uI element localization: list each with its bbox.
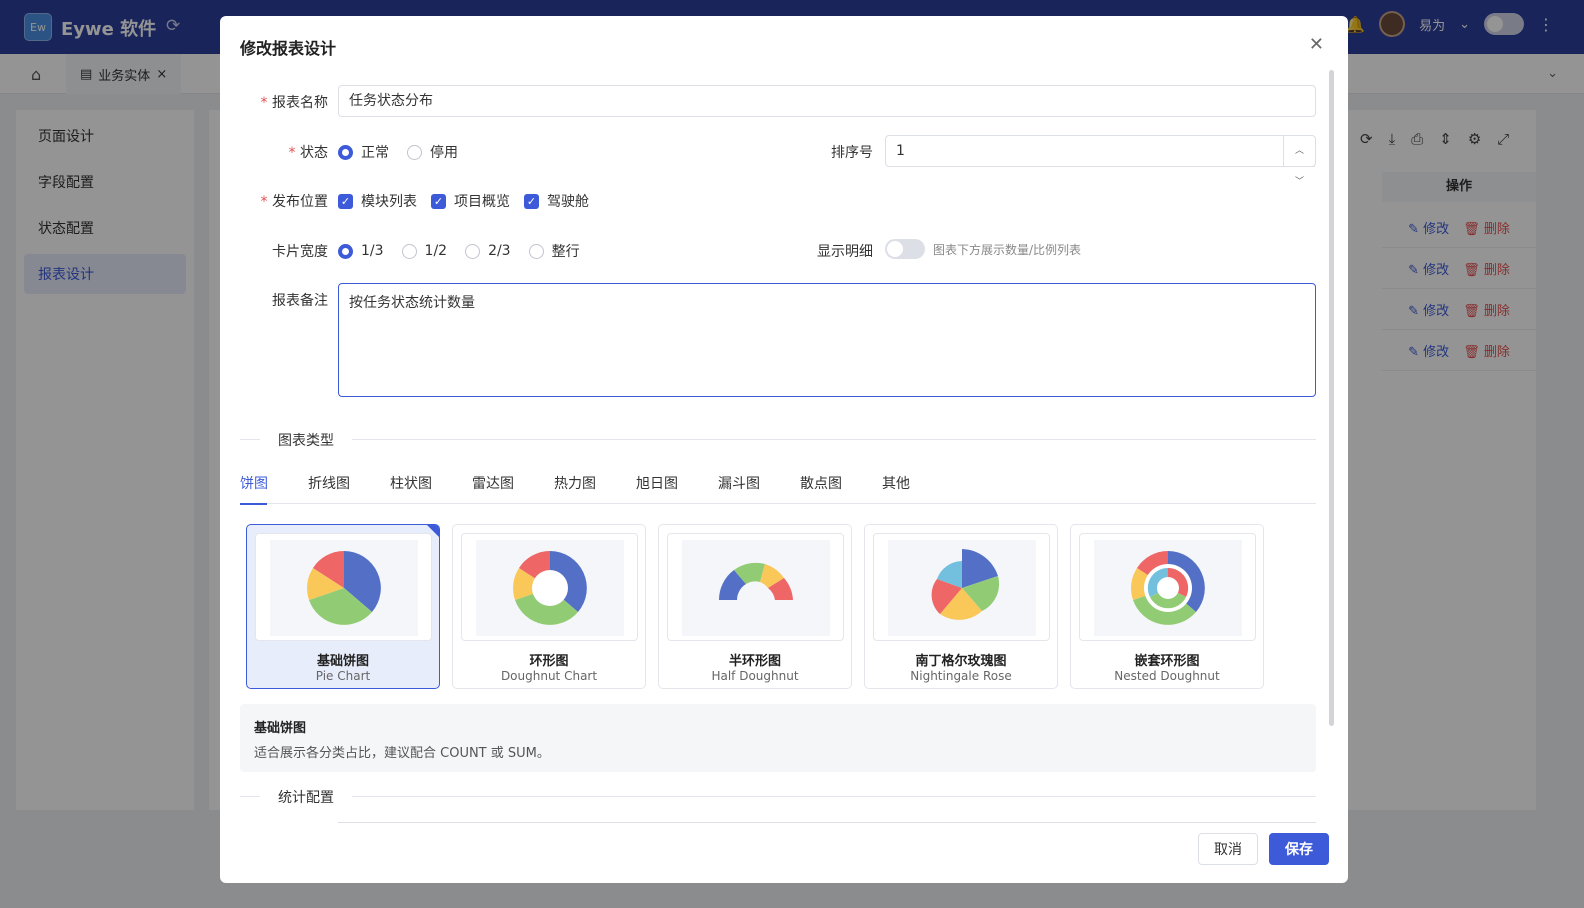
half-doughnut-chart-icon (718, 562, 793, 600)
width-radio-full[interactable]: 整行 (528, 241, 580, 261)
divider (240, 439, 1316, 440)
tab-pie[interactable]: 饼图 (240, 474, 287, 505)
card-title: 南丁格尔玫瑰图 (915, 654, 1007, 669)
card-title: 环形图 (529, 654, 569, 669)
stats-section-title: 统计配置 (260, 787, 352, 807)
tab-heatmap[interactable]: 热力图 (554, 474, 615, 504)
card-preview (667, 533, 844, 641)
status-radio-normal[interactable]: 正常 (338, 142, 389, 162)
description-title: 基础饼图 (254, 721, 307, 736)
detail-switch-row: 图表下方展示数量/比例列表 (885, 239, 1081, 259)
status-radio-group: 正常 停用 (338, 142, 476, 162)
card-subtitle: Pie Chart (315, 669, 371, 683)
pie-chart-icon (307, 551, 381, 625)
detail-switch[interactable] (885, 239, 925, 259)
remark-textarea[interactable]: 按任务状态统计数量 (338, 283, 1316, 397)
publish-checkbox-group: ✓ 模块列表 ✓ 项目概览 ✓ 驾驶舱 (338, 191, 603, 211)
detail-hint: 图表下方展示数量/比例列表 (933, 242, 1082, 257)
radio-dot (338, 144, 353, 160)
chart-card-half-doughnut[interactable]: 半环形图 Half Doughnut (658, 524, 852, 689)
card-subtitle: Nightingale Rose (910, 669, 1012, 683)
card-subtitle: Half Doughnut (711, 669, 799, 683)
width-radio-1-2[interactable]: 1/2 (401, 243, 447, 259)
selected-corner-icon (427, 525, 439, 537)
chart-type-tabs: 饼图 折线图 柱状图 雷达图 热力图 旭日图 漏斗图 散点图 其他 (240, 474, 1316, 505)
report-name-input[interactable]: 任务状态分布 (338, 85, 1316, 117)
tab-funnel[interactable]: 漏斗图 (718, 474, 779, 504)
save-button[interactable]: 保存 (1269, 833, 1329, 865)
card-title: 基础饼图 (316, 654, 369, 669)
chart-card-doughnut[interactable]: 环形图 Doughnut Chart (452, 524, 646, 689)
card-title: 半环形图 (728, 654, 781, 669)
rose-chart-icon (931, 549, 1000, 620)
detail-label: 显示明细 (817, 244, 873, 260)
increment-icon[interactable]: ︿ (1284, 136, 1315, 167)
description-text: 适合展示各分类占比，建议配合 COUNT 或 SUM。 (254, 746, 550, 761)
card-preview (255, 533, 432, 641)
modal-title: 修改报表设计 (240, 39, 337, 58)
publish-module-list-checkbox[interactable]: ✓ 模块列表 (338, 191, 417, 211)
width-radio-2-3[interactable]: 2/3 (465, 243, 511, 259)
tab-bar[interactable]: 柱状图 (390, 474, 451, 504)
edit-report-modal: 修改报表设计 ✕ 报表名称 任务状态分布 状态 正常 停用 排序号 1 ︿﹀ 发… (220, 16, 1348, 883)
card-title: 嵌套环形图 (1134, 654, 1200, 669)
status-label: 状态 (240, 142, 328, 162)
close-icon[interactable]: ✕ (1309, 34, 1324, 55)
remark-label: 报表备注 (272, 293, 328, 309)
publish-cockpit-checkbox[interactable]: ✓ 驾驶舱 (524, 191, 589, 211)
divider (240, 796, 1316, 797)
card-width-label: 卡片宽度 (272, 244, 328, 260)
sort-value: 1 (896, 143, 905, 159)
status-radio-disabled[interactable]: 停用 (407, 142, 458, 162)
tab-radar[interactable]: 雷达图 (472, 474, 533, 504)
card-width-radio-group: 1/3 1/2 2/3 整行 (338, 241, 598, 261)
card-preview (1079, 533, 1256, 641)
radio-dot (407, 144, 422, 160)
decrement-icon[interactable]: ﹀ (1284, 167, 1315, 197)
chart-card-pie[interactable]: 基础饼图 Pie Chart (246, 524, 440, 689)
publish-project-overview-checkbox[interactable]: ✓ 项目概览 (431, 191, 510, 211)
publish-label: 发布位置 (240, 191, 328, 211)
nested-doughnut-chart-icon (1131, 551, 1205, 625)
sort-label: 排序号 (831, 145, 873, 161)
doughnut-chart-icon (513, 551, 587, 625)
stats-field-edge (338, 822, 1316, 823)
modal-scrollbar[interactable] (1329, 70, 1334, 726)
cancel-button[interactable]: 取消 (1198, 833, 1258, 865)
tab-scatter[interactable]: 散点图 (800, 474, 861, 504)
chart-description-box: 基础饼图 适合展示各分类占比，建议配合 COUNT 或 SUM。 (240, 704, 1316, 772)
width-radio-1-3[interactable]: 1/3 (338, 243, 384, 259)
card-preview (873, 533, 1050, 641)
sort-stepper[interactable]: 1 ︿ ﹀ (885, 135, 1316, 187)
tab-other[interactable]: 其他 (882, 474, 929, 504)
chart-card-nested-doughnut[interactable]: 嵌套环形图 Nested Doughnut (1070, 524, 1264, 689)
card-preview (461, 533, 638, 641)
tab-line[interactable]: 折线图 (308, 474, 369, 504)
card-subtitle: Doughnut Chart (500, 669, 598, 683)
chart-card-nightingale-rose[interactable]: 南丁格尔玫瑰图 Nightingale Rose (864, 524, 1058, 689)
tab-sunburst[interactable]: 旭日图 (636, 474, 697, 504)
card-subtitle: Nested Doughnut (1114, 669, 1220, 683)
chart-type-section-title: 图表类型 (260, 430, 352, 450)
report-name-label: 报表名称 (240, 92, 328, 112)
